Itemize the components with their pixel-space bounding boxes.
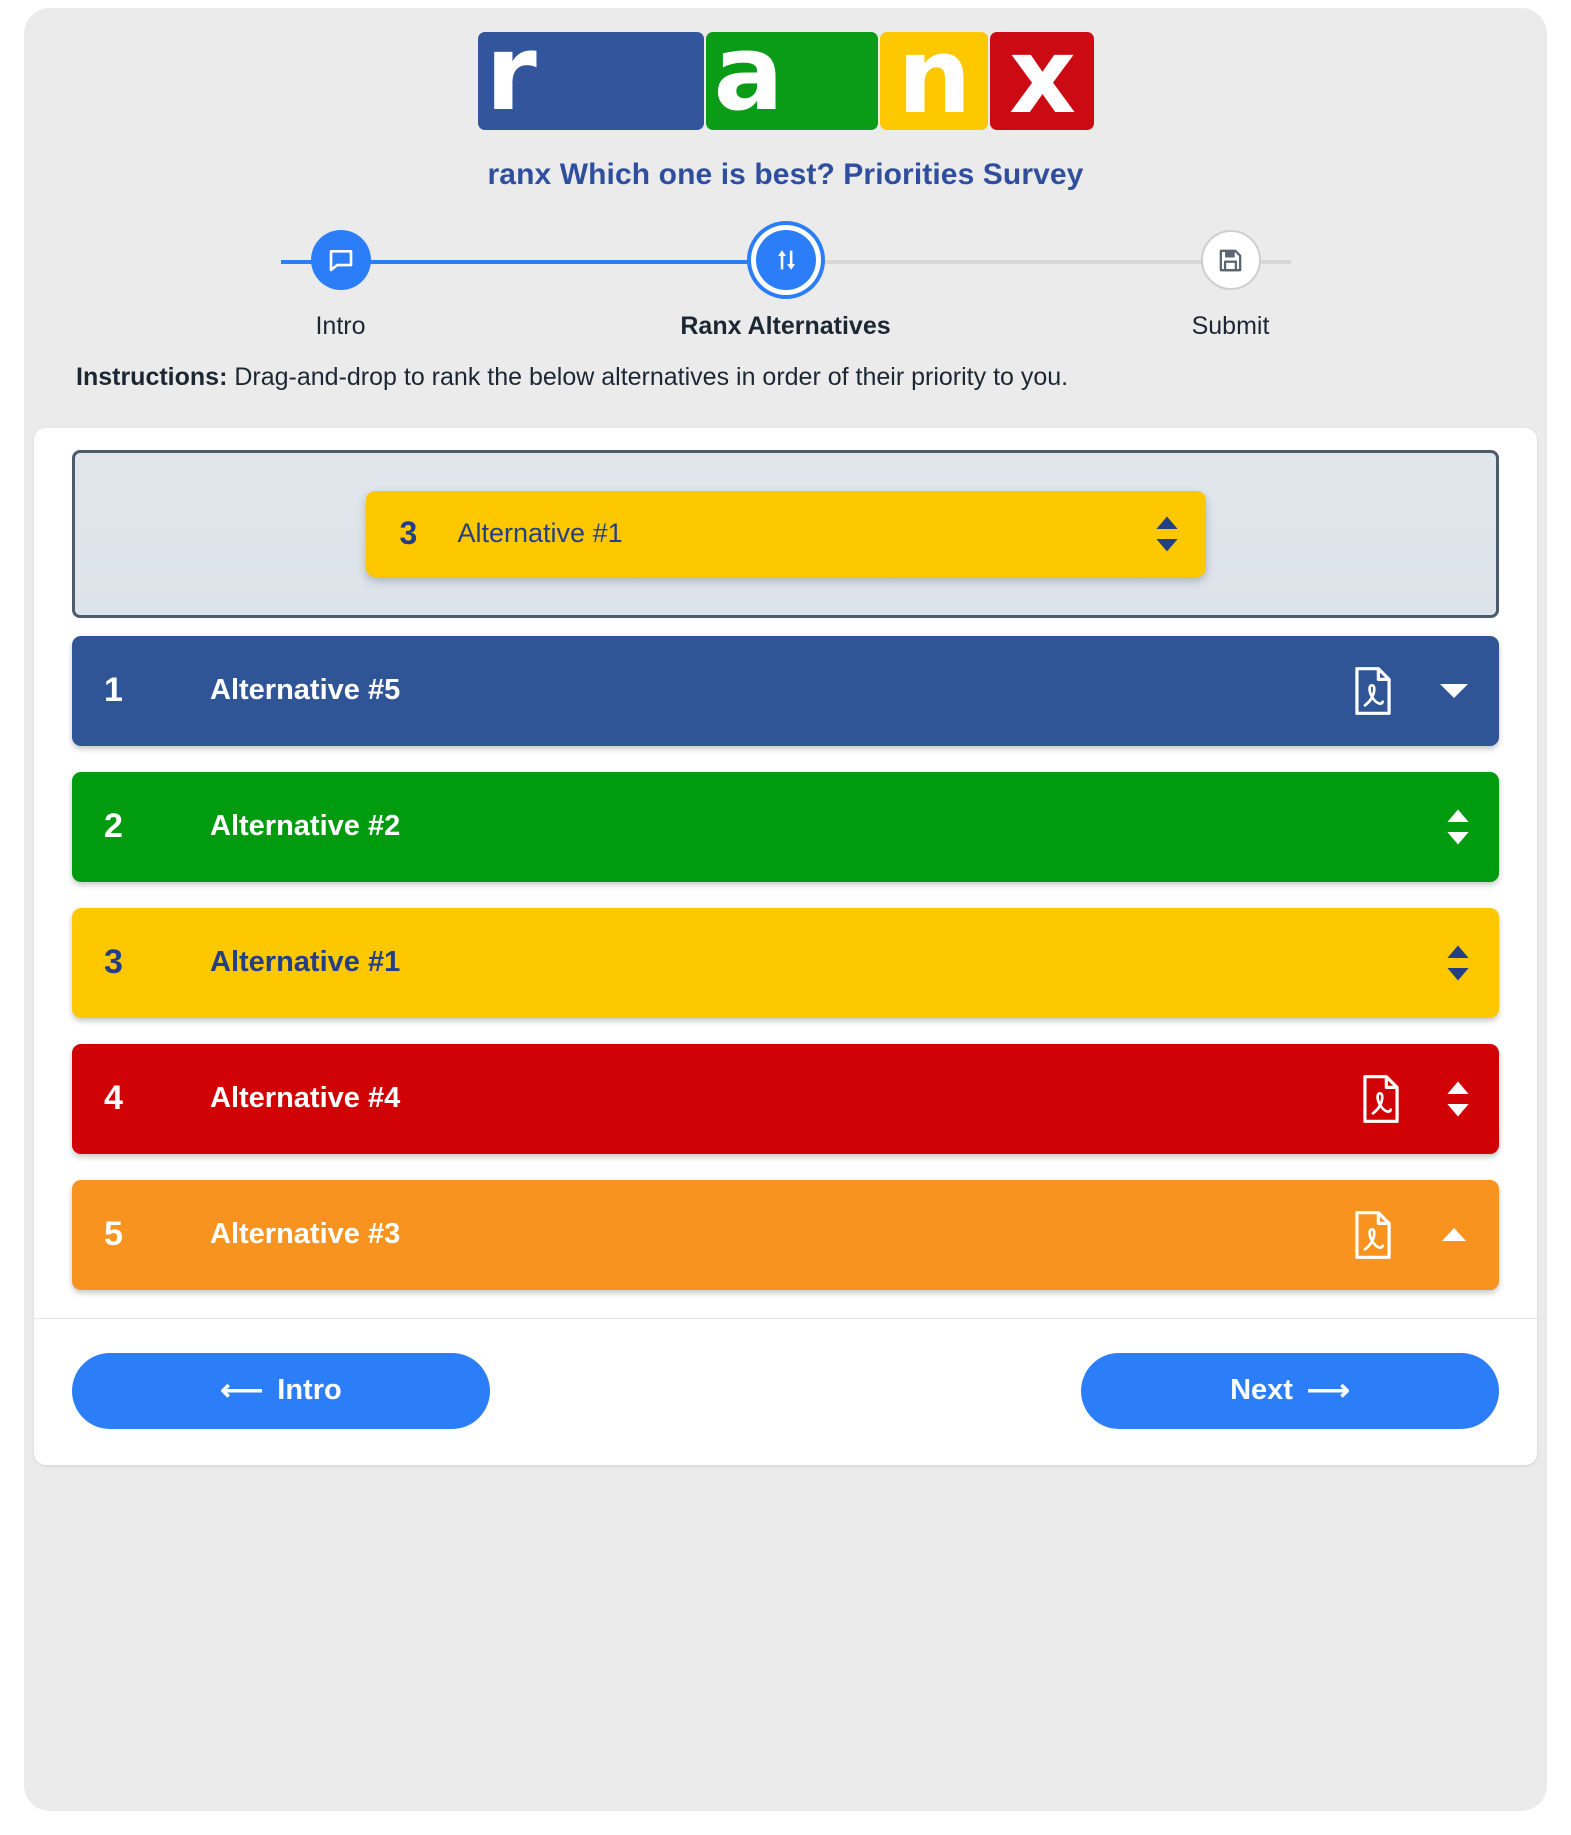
stepper-circle-intro[interactable] — [310, 230, 371, 290]
page-root: r a n x ranx Which one is best? Prioriti… — [0, 0, 1571, 1835]
instructions-text: Drag-and-drop to rank the below alternat… — [234, 363, 1069, 391]
stepper-step-ranx-alternatives[interactable]: Ranx Alternatives — [666, 230, 906, 341]
dragging-item-label: Alternative #1 — [457, 518, 623, 548]
row-rank: 5 — [104, 1215, 123, 1253]
arrow-left-icon: ⟵ — [220, 1374, 264, 1407]
next-button[interactable]: Next ⟶ — [1081, 1352, 1499, 1429]
stepper-label-submit: Submit — [1191, 312, 1270, 340]
stepper-step-submit[interactable]: Submit — [1111, 230, 1351, 341]
logo-letter-n: n — [897, 15, 971, 138]
row-icons — [1445, 943, 1471, 983]
sort-updown-icon[interactable] — [1445, 807, 1471, 847]
stepper-circle-submit[interactable] — [1200, 230, 1261, 290]
row-icons — [1351, 666, 1471, 716]
logo-tile-x: x — [989, 15, 1094, 138]
sort-updown-icon[interactable] — [1154, 514, 1180, 554]
ranking-card-body: 3 Alternative #1 1 Alternative #5 2 Alte… — [34, 428, 1537, 1318]
logo-tile-a: a — [705, 12, 878, 135]
stepper-step-intro[interactable]: Intro — [221, 230, 461, 341]
app-shell: r a n x ranx Which one is best? Prioriti… — [24, 8, 1547, 1811]
row-rank: 1 — [104, 671, 123, 709]
sort-updown-icon — [772, 246, 800, 274]
table-row[interactable]: 1 Alternative #5 — [72, 635, 1499, 746]
instructions-label: Instructions: — [76, 363, 228, 391]
logo-wrap: r a n x — [24, 8, 1547, 130]
ranking-card: 3 Alternative #1 1 Alternative #5 2 Alte… — [34, 427, 1537, 1465]
row-icons — [1359, 1074, 1471, 1124]
sort-updown-icon[interactable] — [1445, 943, 1471, 983]
row-label: Alternative #4 — [210, 1082, 401, 1114]
row-label: Alternative #3 — [210, 1218, 401, 1250]
logo-letter-a: a — [713, 12, 784, 135]
stepper-nodes: Intro Ranx Alternatives Submit — [221, 230, 1351, 341]
dragging-item-rank: 3 — [399, 515, 418, 551]
next-button-label: Next — [1230, 1374, 1293, 1406]
row-rank: 2 — [104, 807, 123, 845]
row-label: Alternative #5 — [210, 674, 401, 706]
caret-down-icon[interactable] — [1437, 674, 1471, 708]
logo-letter-x: x — [1008, 15, 1076, 138]
stepper-circle-ranx-alternatives[interactable] — [755, 230, 816, 290]
logo-tile-n: n — [879, 15, 988, 138]
arrow-right-icon: ⟶ — [1306, 1374, 1350, 1407]
instructions-block: Instructions: Drag-and-drop to rank the … — [76, 360, 1495, 396]
dragging-item[interactable]: 3 Alternative #1 — [365, 490, 1206, 577]
logo-tile-r: r — [477, 12, 704, 135]
logo-letter-r: r — [485, 12, 537, 135]
ranx-logo: r a n x — [477, 12, 1094, 138]
table-row[interactable]: 2 Alternative #2 — [72, 771, 1499, 882]
row-icons — [1445, 807, 1471, 847]
pdf-icon[interactable] — [1351, 1210, 1395, 1260]
pdf-icon[interactable] — [1351, 666, 1395, 716]
comment-icon — [326, 245, 356, 275]
table-row[interactable]: 3 Alternative #1 — [72, 907, 1499, 1018]
row-icons — [1351, 1210, 1471, 1260]
card-footer: ⟵ Intro Next ⟶ — [34, 1317, 1537, 1465]
sort-updown-icon[interactable] — [1445, 1079, 1471, 1119]
row-label: Alternative #1 — [210, 946, 401, 978]
stepper-label-intro: Intro — [315, 312, 366, 340]
table-row[interactable]: 4 Alternative #4 — [72, 1043, 1499, 1154]
row-rank: 4 — [104, 1079, 123, 1117]
page-title: ranx Which one is best? Priorities Surve… — [487, 158, 1084, 191]
floppy-save-icon — [1216, 246, 1245, 275]
pdf-icon[interactable] — [1359, 1074, 1403, 1124]
back-button-label: Intro — [277, 1374, 342, 1406]
row-label: Alternative #2 — [210, 810, 401, 842]
progress-stepper: Intro Ranx Alternatives Submit — [221, 230, 1351, 346]
table-row[interactable]: 5 Alternative #3 — [72, 1179, 1499, 1290]
row-rank: 3 — [104, 943, 123, 981]
stepper-label-ranx-alternatives: Ranx Alternatives — [680, 312, 891, 340]
caret-up-icon[interactable] — [1437, 1218, 1471, 1252]
back-to-intro-button[interactable]: ⟵ Intro — [72, 1352, 490, 1429]
drop-zone[interactable]: 3 Alternative #1 — [72, 449, 1499, 618]
